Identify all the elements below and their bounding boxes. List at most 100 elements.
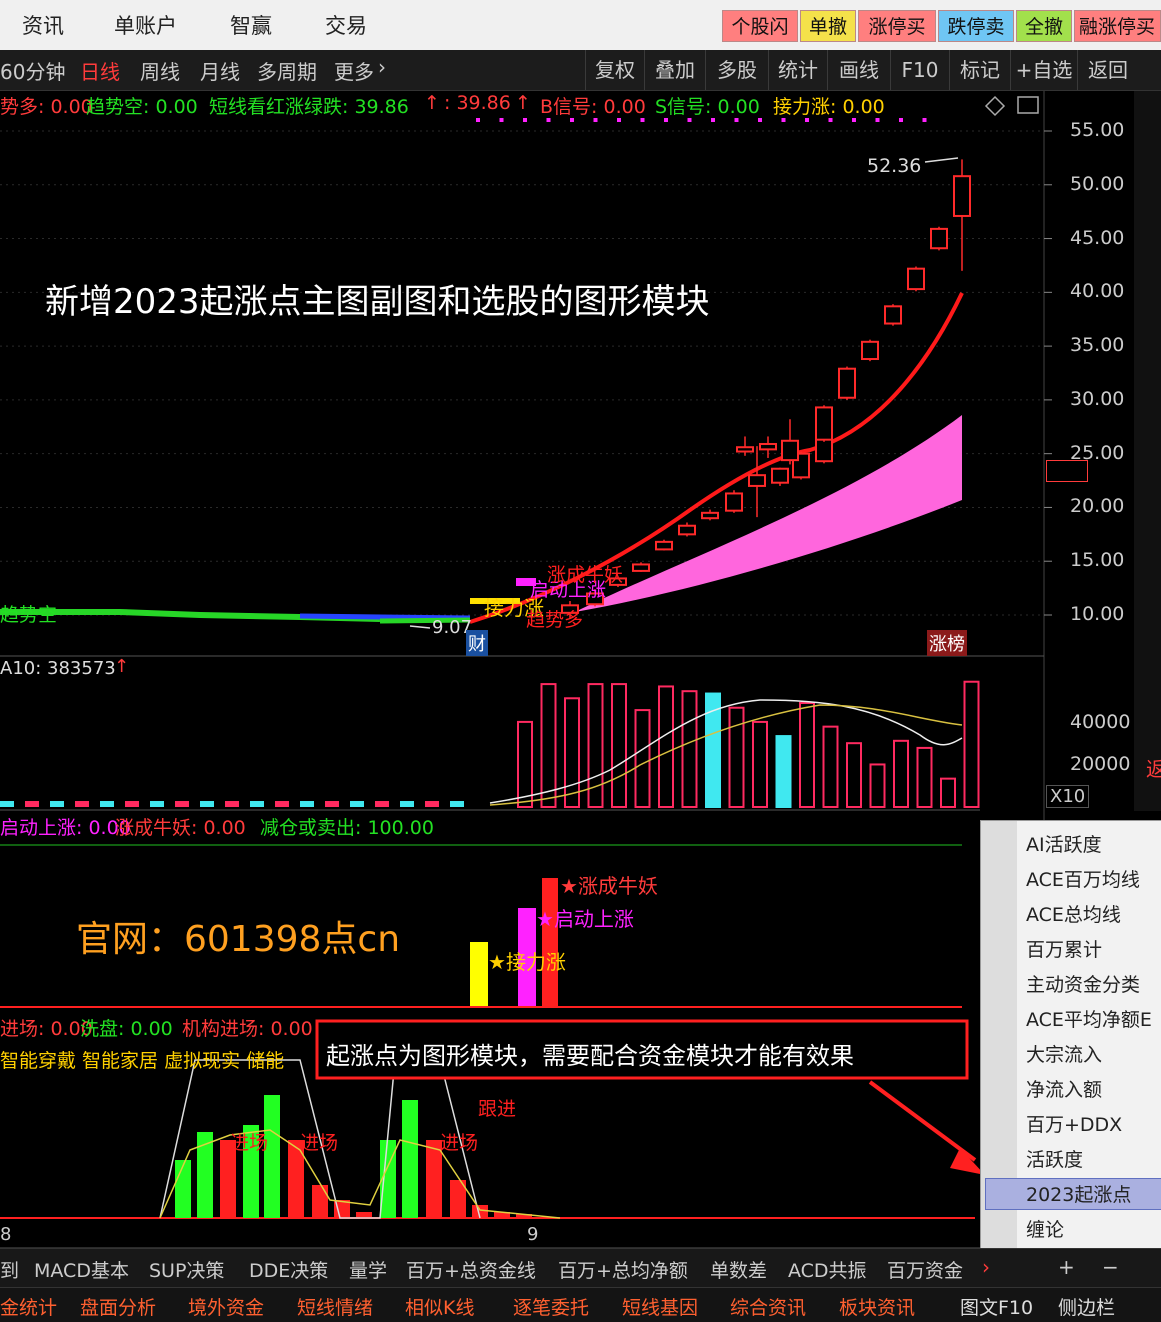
volume-bar <box>250 801 264 807</box>
indicator-tab[interactable]: 量学 <box>349 1256 387 1283</box>
volume-bar <box>752 720 768 809</box>
volume-bar <box>225 801 239 807</box>
tabs-more-chevron-icon[interactable]: › <box>982 1255 990 1279</box>
side-menu-item[interactable]: 净流入额 <box>1026 1075 1102 1102</box>
side-menu-item[interactable]: 大宗流入 <box>1026 1040 1102 1067</box>
trend-empty-label: 趋势空 <box>0 604 58 626</box>
price-label: 35.00 <box>1070 334 1125 357</box>
info-tab[interactable]: 金统计 <box>0 1293 57 1320</box>
volume-bar <box>400 801 414 807</box>
volume-bars <box>0 680 980 809</box>
price-label: 10.00 <box>1070 603 1125 625</box>
volume-bar <box>846 742 862 809</box>
side-menu-item[interactable]: ACE总均线 <box>1026 900 1121 927</box>
signal-dot <box>523 118 527 122</box>
sub1-relay-label: ★接力涨 <box>488 950 566 974</box>
candle-body <box>655 540 673 551</box>
side-menu-item[interactable]: ACE百万均线 <box>1026 865 1140 892</box>
headline-text: 新增2023起涨点主图副图和选股的图形模块 <box>45 282 710 322</box>
info-tab[interactable]: 逐笔委托 <box>513 1293 589 1320</box>
website-text: 官网：601398点cn <box>76 919 401 960</box>
ind-trend-more: 势多: 0.00 <box>0 96 93 118</box>
volume-bar <box>517 720 533 809</box>
info-tab[interactable]: 盘面分析 <box>80 1293 156 1320</box>
volume-bar <box>775 735 792 808</box>
price-gridlines <box>0 130 1052 616</box>
volume-unit: X10 <box>1046 785 1090 808</box>
candle-body <box>884 305 902 325</box>
volume-bar <box>325 801 339 807</box>
signal-dot <box>899 118 903 122</box>
sub1-bull-bar <box>542 878 558 1006</box>
info-tab[interactable]: 图文F10 <box>960 1293 1033 1320</box>
side-menu-item[interactable]: 2023起涨点 <box>1026 1180 1131 1207</box>
side-menu-item[interactable]: 百万+DDX <box>1026 1110 1122 1137</box>
zhangbang-badge[interactable]: 涨榜 <box>927 630 967 656</box>
bottom-indicator-tabs: 到 MACD基本 SUP决策 DDE决策 量学 百万+总资金线 百万+总均净额 单数差 ACD共… <box>0 1248 1161 1287</box>
indicator-tab[interactable]: 百万资金 <box>887 1256 963 1283</box>
volume-up-arrow-icon: ↑ <box>114 656 130 677</box>
sub1-start-label-text: 启动上涨 <box>553 907 634 931</box>
info-tab[interactable]: 综合资讯 <box>730 1293 806 1320</box>
signal-dot <box>476 118 480 122</box>
price-label: 45.00 <box>1070 226 1125 249</box>
sub1-bull-label: ★涨成牛妖 <box>560 874 658 898</box>
volume-bar <box>425 801 439 807</box>
sub2-bar <box>312 1185 328 1218</box>
ind-relay: 接力涨: 0.00 <box>773 96 885 118</box>
candle-body <box>678 524 696 536</box>
high-price-label: 52.36 <box>867 155 922 177</box>
candle-body <box>725 492 743 512</box>
diamond-icon[interactable] <box>984 95 1006 117</box>
ind-up-arrow-icon: ↑ <box>424 92 440 114</box>
indicator-tab[interactable]: MACD基本 <box>34 1256 129 1283</box>
info-tab[interactable]: 短线基因 <box>622 1293 698 1320</box>
pane-add-button[interactable]: + <box>1058 1255 1075 1279</box>
volume-bar <box>940 777 956 808</box>
volume-bar <box>658 685 674 808</box>
side-menu-item[interactable]: 缠论 <box>1026 1215 1064 1242</box>
indicator-tab[interactable]: SUP决策 <box>149 1256 224 1283</box>
volume-bar <box>275 801 289 807</box>
side-menu-item[interactable]: 活跃度 <box>1026 1145 1083 1172</box>
candle-body <box>771 467 789 484</box>
sub1-reduce-value: 减仓或卖出: 100.00 <box>260 817 434 839</box>
indicator-tab[interactable]: ACD共振 <box>788 1256 867 1283</box>
ind-short-red-green: 短线看红涨绿跌: 39.86 <box>209 96 409 118</box>
indicator-tab[interactable]: 单数差 <box>710 1256 767 1283</box>
trend-more-label: 趋势多 <box>526 609 584 631</box>
side-menu-item[interactable]: 主动资金分类 <box>1026 970 1140 997</box>
panel-toggle-icon[interactable] <box>1017 96 1039 114</box>
candle-body <box>701 511 719 520</box>
volume-label-20000: 20000 <box>1070 753 1131 775</box>
side-menu-item[interactable]: 百万累计 <box>1026 935 1102 962</box>
indicator-tab[interactable]: 百万+总资金线 <box>406 1256 536 1283</box>
volume-bar <box>375 801 389 807</box>
candle-body <box>815 406 833 441</box>
price-label: 40.00 <box>1070 280 1125 303</box>
info-tab[interactable]: 相似K线 <box>405 1293 474 1320</box>
volume-bar <box>50 801 64 807</box>
indicator-tab[interactable]: DDE决策 <box>249 1256 328 1283</box>
candle-body <box>930 227 948 250</box>
side-menu-item[interactable]: ACE平均净额E <box>1026 1005 1152 1032</box>
info-tab[interactable]: 板块资讯 <box>839 1293 915 1320</box>
ind-up-arrow-2-icon: ↑ <box>515 92 531 114</box>
cai-badge[interactable]: 财 <box>466 630 488 656</box>
volume-bar <box>681 690 698 809</box>
enter-label-1: 进场 <box>230 1132 269 1154</box>
pane-remove-button[interactable]: − <box>1102 1255 1119 1279</box>
candle-body <box>781 439 799 462</box>
side-menu-item[interactable]: AI活跃度 <box>1026 830 1102 857</box>
volume-bar <box>150 801 164 807</box>
side-return-icon[interactable]: 返 <box>1146 753 1161 782</box>
info-tab[interactable]: 侧边栏 <box>1058 1293 1115 1320</box>
ind-trend-empty: 趋势空: 0.00 <box>86 96 198 118</box>
bottom-info-tabs: 金统计 盘面分析 境外资金 短线情绪 相似K线 逐笔委托 短线基因 综合资讯 板块资讯 图文F10… <box>0 1287 1161 1322</box>
indicator-tab[interactable]: 到 <box>0 1256 19 1283</box>
candle-body <box>748 474 766 487</box>
info-tab[interactable]: 短线情绪 <box>297 1293 373 1320</box>
info-tab[interactable]: 境外资金 <box>188 1293 264 1320</box>
indicator-tab[interactable]: 百万+总均净额 <box>558 1256 688 1283</box>
low-arrow-icon <box>409 625 431 629</box>
